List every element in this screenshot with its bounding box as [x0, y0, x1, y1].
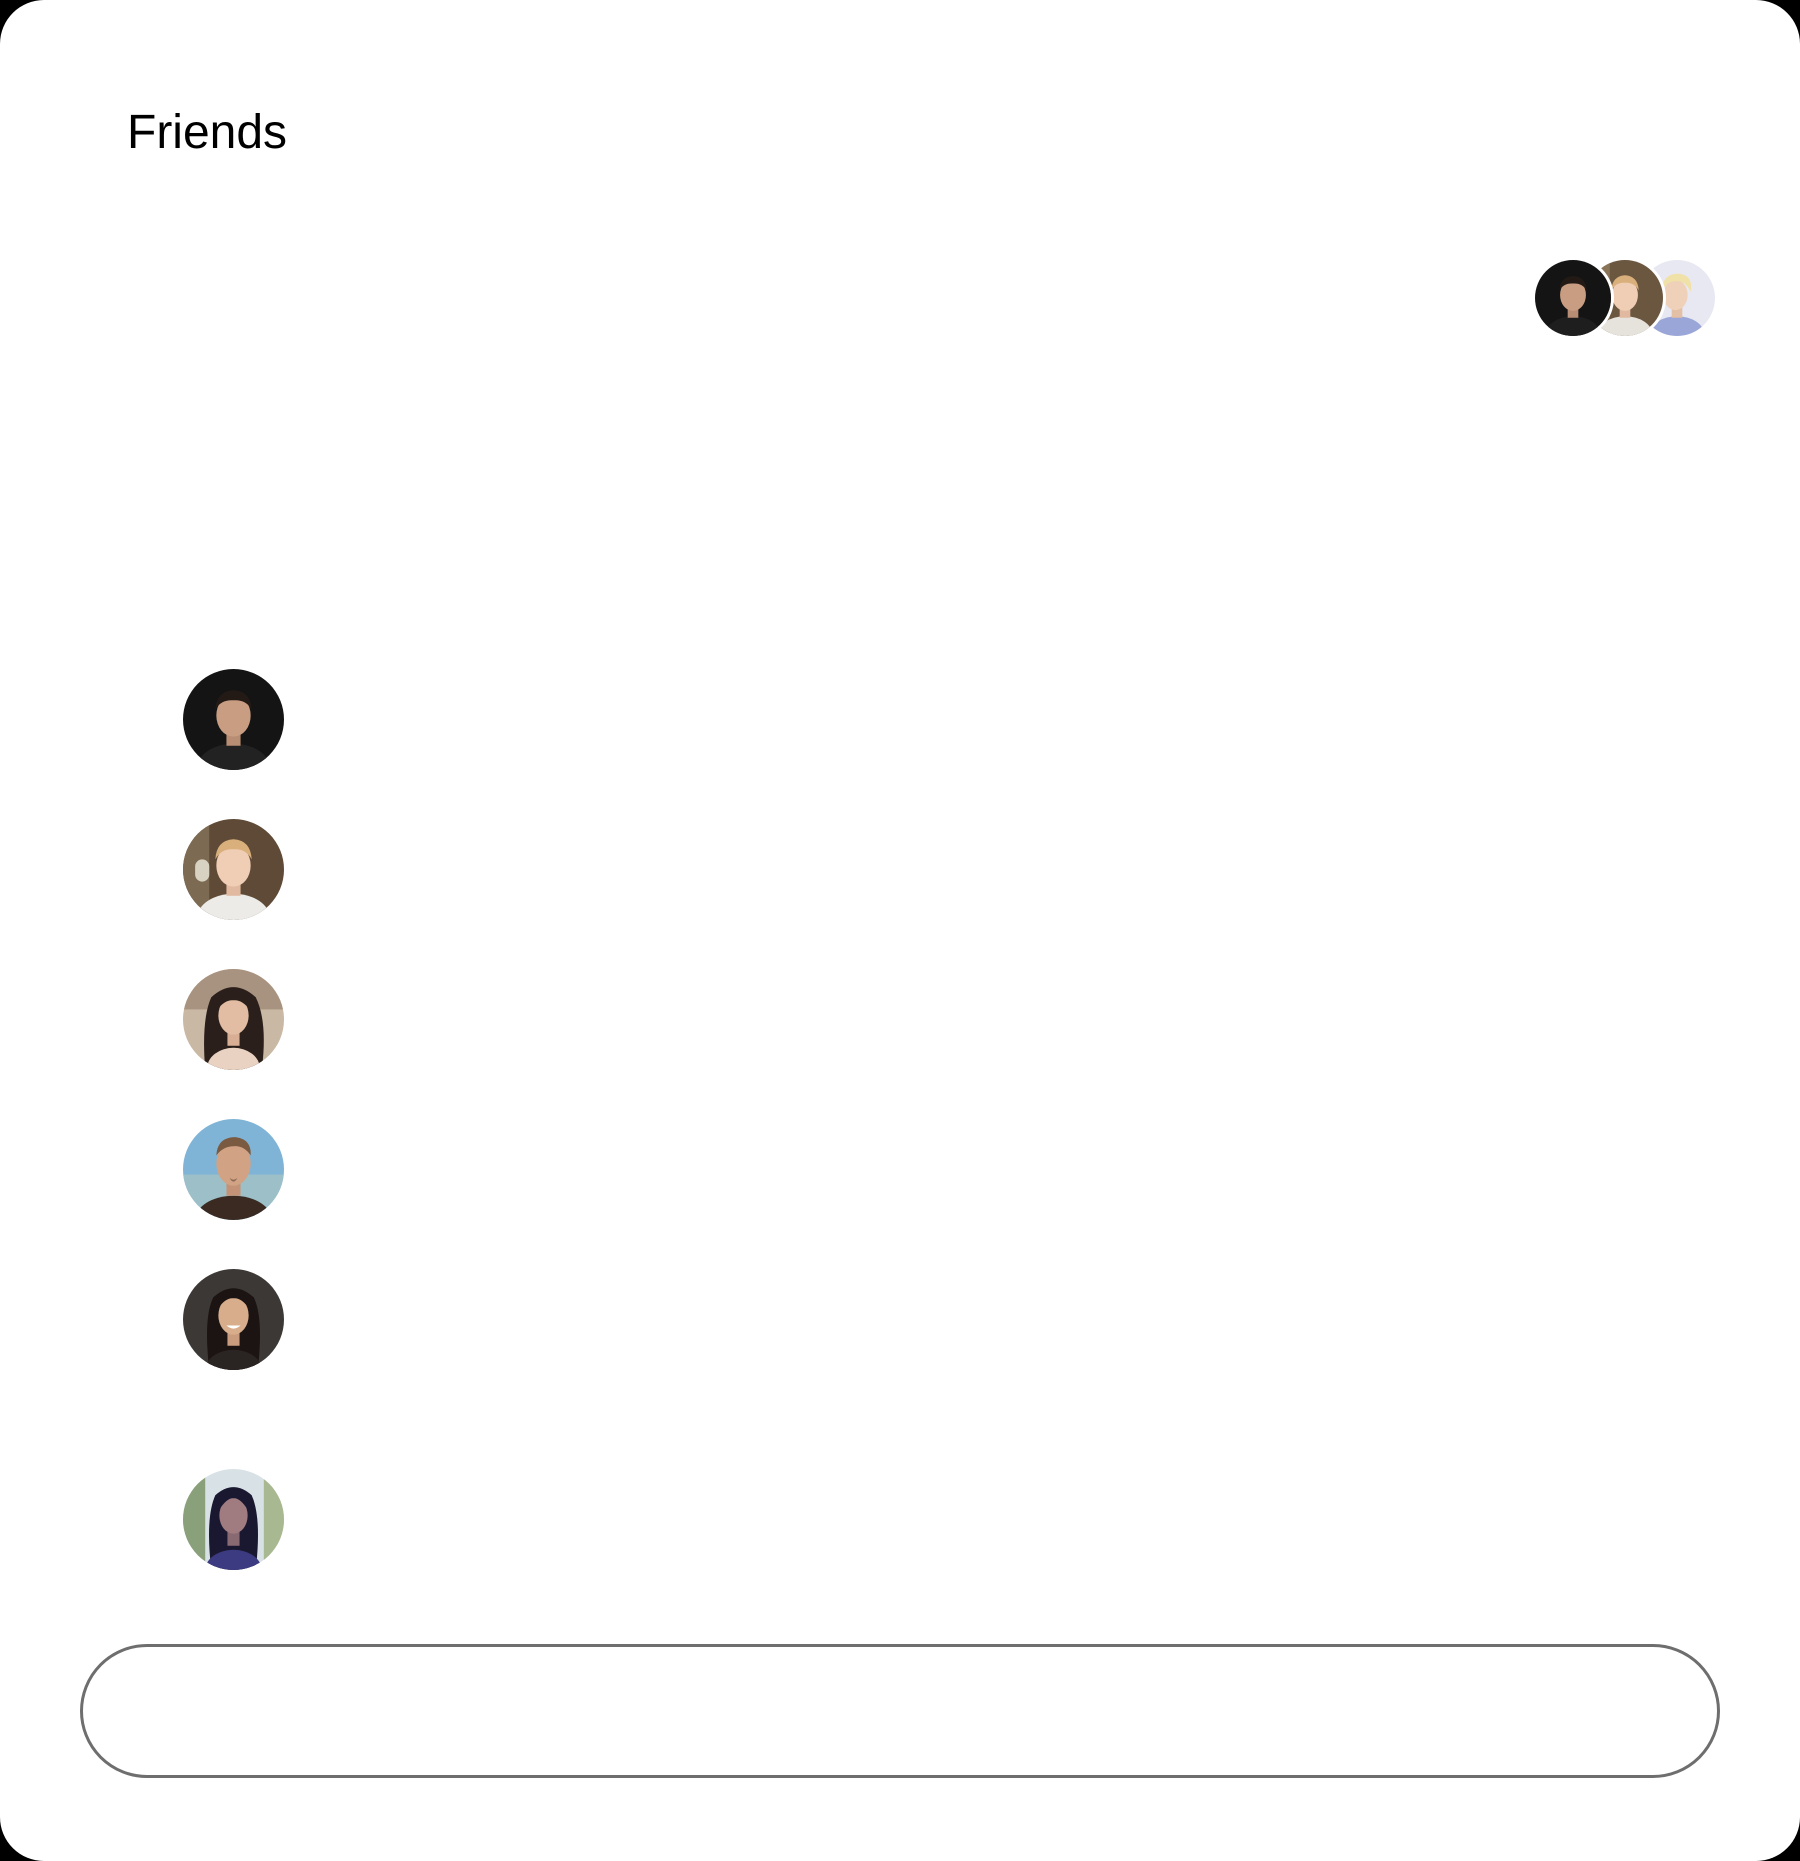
friends-screen: Friends — [0, 0, 1800, 1861]
friend-avatar[interactable] — [183, 1119, 284, 1220]
person-photo-icon — [183, 669, 284, 770]
friend-avatar[interactable] — [183, 1269, 284, 1370]
message-input[interactable] — [80, 1644, 1720, 1778]
person-photo-icon — [183, 819, 284, 920]
friend-avatar[interactable] — [183, 1469, 284, 1570]
person-photo-icon — [1535, 260, 1611, 336]
friend-avatar[interactable] — [183, 819, 284, 920]
friend-avatar[interactable] — [183, 969, 284, 1070]
friends-avatar-stack[interactable] — [1532, 257, 1718, 339]
person-photo-icon — [183, 1119, 284, 1220]
avatar — [1532, 257, 1614, 339]
person-photo-icon — [183, 1469, 284, 1570]
person-photo-icon — [183, 1269, 284, 1370]
person-photo-icon — [183, 969, 284, 1070]
page-title: Friends — [127, 106, 288, 159]
friend-avatar[interactable] — [183, 669, 284, 770]
